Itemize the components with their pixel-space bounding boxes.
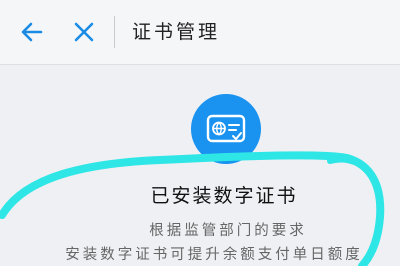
certificate-badge (191, 94, 261, 164)
nav-divider (114, 16, 115, 48)
page-title: 证书管理 (132, 21, 221, 43)
certificate-panel: 已安装数字证书 根据监管部门的要求 安装数字证书可提升余额支付单日额度 (0, 65, 400, 266)
description-line-2: 安装数字证书可提升余额支付单日额度 (65, 247, 363, 263)
close-icon (74, 22, 94, 42)
description-line-1: 根据监管部门的要求 (149, 223, 307, 239)
arrow-left-icon (21, 22, 43, 42)
certificate-status: 已安装数字证书 (150, 185, 298, 207)
navbar: 证书管理 (0, 0, 400, 65)
back-button[interactable] (16, 16, 48, 48)
certificate-card-icon (206, 114, 246, 143)
close-button[interactable] (68, 16, 100, 48)
